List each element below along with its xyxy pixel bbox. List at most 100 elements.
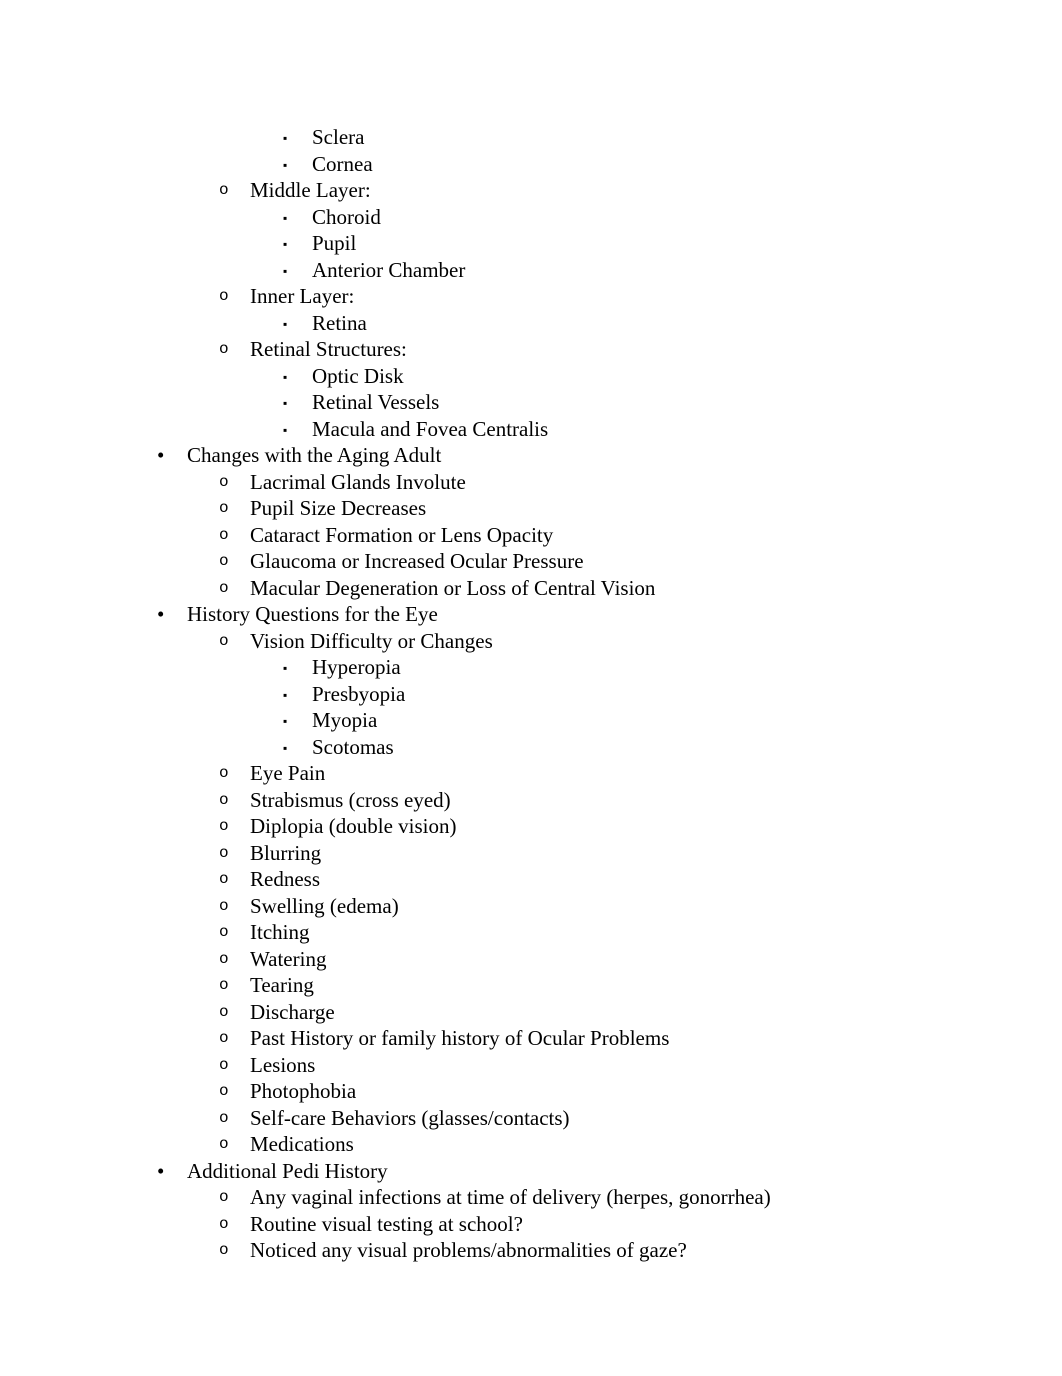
outline-item-level-2: o Eye Pain (0, 760, 1062, 787)
outline-item-label: Past History or family history of Ocular… (250, 1026, 670, 1050)
outline-item-level-2: o Tearing (0, 972, 1062, 999)
outline-item-label: Diplopia (double vision) (250, 814, 457, 838)
outline-item-level-2: o Swelling (edema) (0, 893, 1062, 920)
outline-item-label: Pupil (312, 231, 357, 255)
outline-item-label: Lesions (250, 1052, 316, 1077)
outline-item-label: Presbyopia (312, 681, 406, 706)
outline-item-level-1: • Additional Pedi History (0, 1158, 1062, 1185)
outline-item-level-2: o Diplopia (double vision) (0, 813, 1062, 840)
outline-item-level-2: o Itching (0, 919, 1062, 946)
outline-item-level-2: o Any vaginal infections at time of deliv… (0, 1184, 1062, 1211)
bullet-circle-icon: o (219, 525, 229, 544)
bullet-square-icon: ▪ (283, 714, 288, 728)
bullet-circle-icon: o (219, 1029, 229, 1047)
bullet-circle-icon: o (219, 552, 229, 570)
outline-item-label: Lacrimal Glands Involute (250, 469, 466, 494)
outline-item-label: Discharge (250, 999, 335, 1024)
bullet-square-icon: ▪ (283, 740, 288, 755)
bullet-circle-icon: o (219, 1055, 229, 1074)
outline-item-label: Myopia (312, 708, 378, 732)
outline-item-level-1: • History Questions for the Eye (0, 601, 1062, 628)
bullet-square-icon: ▪ (283, 157, 288, 172)
outline-item-level-3: ▪ Cornea (0, 151, 1062, 178)
outline-item-level-3: ▪ Anterior Chamber (0, 257, 1062, 284)
outline-item-label: Choroid (312, 204, 381, 229)
outline-item-label: Retinal Structures: (250, 337, 407, 361)
outline-item-level-3: ▪ Presbyopia (0, 681, 1062, 708)
bullet-circle-icon: o (219, 1241, 229, 1259)
bullet-circle-icon: o (219, 472, 229, 491)
outline-item-label: Redness (250, 867, 320, 891)
outline-item-level-3: ▪ Pupil (0, 230, 1062, 257)
outline-item-level-2: o Vision Difficulty or Changes (0, 628, 1062, 655)
outline-item-label: Pupil Size Decreases (250, 496, 427, 520)
outline-item-label: Scotomas (312, 734, 394, 759)
bullet-circle-icon: o (219, 287, 229, 305)
bullet-square-icon: ▪ (283, 422, 288, 437)
outline-item-label: Middle Layer: (250, 178, 371, 202)
bullet-square-icon: ▪ (283, 131, 288, 145)
outline-item-level-2: o Middle Layer: (0, 177, 1062, 204)
outline-item-level-2: o Inner Layer: (0, 283, 1062, 310)
outline-item-level-2: o Medications (0, 1131, 1062, 1158)
bullet-circle-icon: o (219, 1082, 229, 1100)
bullet-circle-icon: o (219, 949, 229, 968)
outline-item-level-2: o Photophobia (0, 1078, 1062, 1105)
outline-item-level-3: ▪ Retinal Vessels (0, 389, 1062, 416)
outline-item-label: Additional Pedi History (187, 1158, 388, 1183)
outline-item-level-2: o Noticed any visual problems/abnormaliti… (0, 1237, 1062, 1264)
bullet-circle-icon: o (219, 181, 229, 199)
bullet-circle-icon: o (219, 499, 229, 517)
bullet-square-icon: ▪ (283, 263, 288, 278)
outline-item-level-3: ▪ Sclera (0, 124, 1062, 151)
bullet-circle-icon: o (219, 817, 229, 835)
outline-item-level-2: o Self-care Behaviors (glasses/contacts) (0, 1105, 1062, 1132)
bullet-circle-icon: o (219, 923, 229, 941)
outline-item-level-2: o Strabismus (cross eyed) (0, 787, 1062, 814)
bullet-square-icon: ▪ (283, 396, 288, 410)
outline-item-level-2: o Redness (0, 866, 1062, 893)
outline-item-label: Hyperopia (312, 655, 401, 679)
outline-item-level-3: ▪ Optic Disk (0, 363, 1062, 390)
outline-item-label: Any vaginal infections at time of delive… (250, 1185, 771, 1209)
outline-item-label: Retinal Vessels (312, 390, 440, 414)
outline-item-level-2: o Watering (0, 946, 1062, 973)
outline-item-level-3: ▪ Choroid (0, 204, 1062, 231)
outline-item-level-2: o Lesions (0, 1052, 1062, 1079)
bullet-circle-icon: o (219, 1002, 229, 1021)
bullet-square-icon: ▪ (283, 661, 288, 675)
outline-item-label: Tearing (250, 973, 314, 997)
bullet-square-icon: ▪ (283, 369, 288, 384)
outline-item-label: Optic Disk (312, 363, 404, 388)
outline-item-level-2: o Routine visual testing at school? (0, 1211, 1062, 1238)
bullet-square-icon: ▪ (283, 237, 288, 251)
outline-item-level-2: o Macular Degeneration or Loss of Central… (0, 575, 1062, 602)
outline-item-level-2: o Past History or family history of Ocula… (0, 1025, 1062, 1052)
outline-item-level-2: o Cataract Formation or Lens Opacity (0, 522, 1062, 549)
outline-item-level-1: • Changes with the Aging Adult (0, 442, 1062, 469)
outline-item-level-3: ▪ Scotomas (0, 734, 1062, 761)
bullet-circle-icon: o (219, 896, 229, 915)
outline-item-label: Noticed any visual problems/abnormalitie… (250, 1238, 687, 1262)
outline-item-label: Vision Difficulty or Changes (250, 628, 493, 653)
outline-item-label: Macular Degeneration or Loss of Central … (250, 575, 656, 600)
outline-item-level-3: ▪ Hyperopia (0, 654, 1062, 681)
outline-item-label: Sclera (312, 125, 365, 149)
outline-item-label: Strabismus (cross eyed) (250, 787, 451, 812)
outline-item-label: Eye Pain (250, 761, 326, 785)
outline-item-level-2: o Lacrimal Glands Involute (0, 469, 1062, 496)
outline-item-label: History Questions for the Eye (187, 602, 438, 626)
outline-item-level-3: ▪ Myopia (0, 707, 1062, 734)
bullet-disc-icon: • (157, 1158, 165, 1183)
bullet-circle-icon: o (219, 578, 229, 597)
outline-item-level-3: ▪ Macula and Fovea Centralis (0, 416, 1062, 443)
outline-list: ▪ Sclera ▪ Cornea o Middle Layer: ▪ Choroid ▪ Pup… (0, 124, 1062, 1264)
outline-item-label: Self-care Behaviors (glasses/contacts) (250, 1105, 570, 1130)
outline-item-label: Inner Layer: (250, 284, 355, 308)
outline-item-label: Blurring (250, 840, 322, 865)
bullet-disc-icon: • (157, 602, 165, 626)
outline-item-label: Swelling (edema) (250, 893, 399, 918)
outline-item-label: Watering (250, 946, 327, 971)
bullet-square-icon: ▪ (283, 687, 288, 702)
bullet-circle-icon: o (219, 1188, 229, 1206)
